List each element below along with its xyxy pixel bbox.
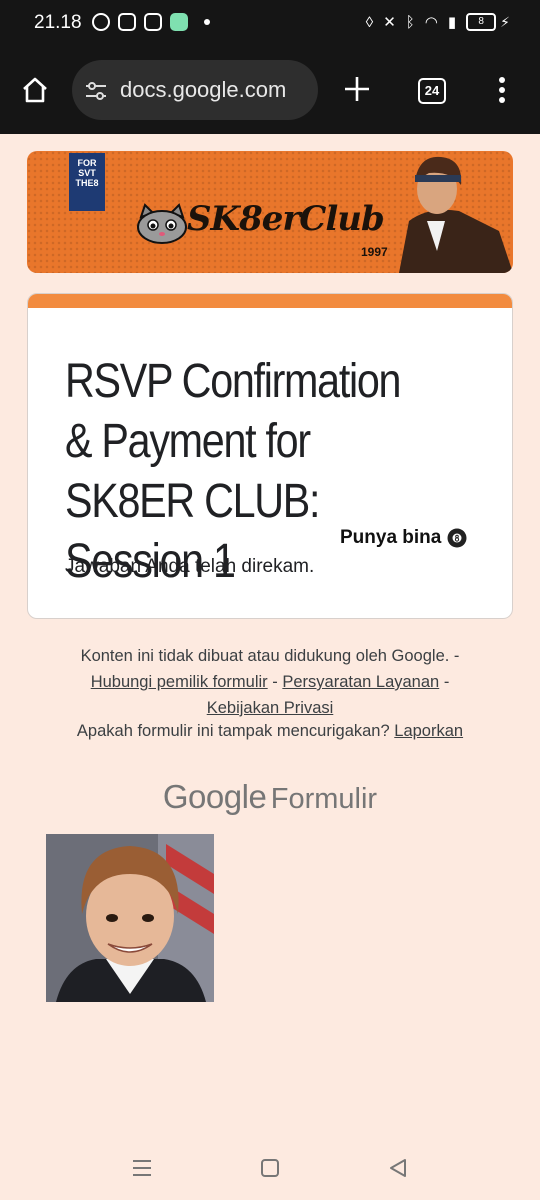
- signal-icon: ▮: [447, 14, 457, 31]
- menu-icon[interactable]: [498, 77, 506, 105]
- footer-separator: -: [443, 673, 450, 691]
- cat-mascot-image: [137, 203, 187, 244]
- wifi-icon: ◠: [424, 14, 438, 31]
- banner-logo: SK8erClub: [187, 199, 385, 239]
- disclaimer-text: Konten ini tidak dibuat atau didukung ol…: [80, 647, 460, 665]
- privacy-link[interactable]: Kebijakan Privasi: [207, 699, 334, 717]
- tab-switcher-button[interactable]: 24: [418, 78, 446, 104]
- overlay-caption: Punya bina: [340, 527, 467, 549]
- charging-icon: ⚡: [500, 13, 510, 30]
- eight-ball-icon: [447, 528, 467, 548]
- site-settings-icon[interactable]: [84, 79, 108, 103]
- form-header-banner: FOR SVT THE8 SK8erClub 1997: [27, 151, 513, 273]
- overlay-caption-text: Punya bina: [340, 527, 442, 548]
- home-nav-icon[interactable]: [258, 1156, 282, 1180]
- contact-owner-link[interactable]: Hubungi pemilik formulir: [91, 673, 268, 691]
- banner-person-image: [399, 156, 513, 273]
- whatsapp-icon: [92, 13, 110, 31]
- system-icons: ◊ ✕ ᛒ ◠ ▮ 8 ⚡: [366, 13, 510, 31]
- footer-separator: -: [272, 673, 278, 691]
- url-text[interactable]: docs.google.com: [120, 77, 286, 103]
- google-forms-logo[interactable]: Google Formulir: [0, 778, 540, 816]
- data-saver-icon: ◊: [365, 13, 374, 31]
- system-navigation-bar: [0, 1140, 540, 1200]
- battery-icon: 8: [466, 13, 497, 31]
- form-confirmation-card: RSVP Confirmation & Payment for SK8ER CL…: [27, 293, 513, 619]
- back-icon[interactable]: [386, 1156, 410, 1180]
- terms-link[interactable]: Persyaratan Layanan: [282, 673, 439, 691]
- new-tab-icon[interactable]: [342, 74, 372, 104]
- status-bar: 21.18 ◊ ✕ ᛒ ◠ ▮ 8 ⚡: [0, 0, 540, 48]
- suspicious-question: Apakah formulir ini tampak mencurigakan?: [76, 722, 390, 740]
- forms-wordmark: Formulir: [270, 783, 378, 815]
- bluetooth-icon: ᛒ: [405, 13, 415, 31]
- home-icon[interactable]: [20, 75, 50, 105]
- card-accent-band: [28, 294, 512, 308]
- mute-icon: ✕: [383, 14, 396, 31]
- report-row: Apakah formulir ini tampak mencurigakan?…: [40, 722, 500, 741]
- response-recorded-message: Jawaban Anda telah direkam.: [65, 556, 315, 577]
- instagram-icon: [118, 13, 136, 31]
- app-icon: [170, 13, 188, 31]
- google-wordmark: Google: [162, 778, 267, 815]
- more-notifications-icon: [204, 19, 210, 25]
- status-time: 21.18: [34, 12, 82, 33]
- report-link[interactable]: Laporkan: [394, 722, 463, 740]
- form-footer: Konten ini tidak dibuat atau didukung ol…: [40, 643, 500, 721]
- shopping-icon: [144, 13, 162, 31]
- address-bar[interactable]: docs.google.com: [72, 60, 318, 120]
- browser-toolbar: docs.google.com 24: [0, 48, 540, 134]
- person-photo-image: [46, 834, 214, 1002]
- banner-flag: FOR SVT THE8: [69, 153, 105, 211]
- notification-icons: [92, 13, 210, 31]
- recent-apps-icon[interactable]: [130, 1156, 154, 1180]
